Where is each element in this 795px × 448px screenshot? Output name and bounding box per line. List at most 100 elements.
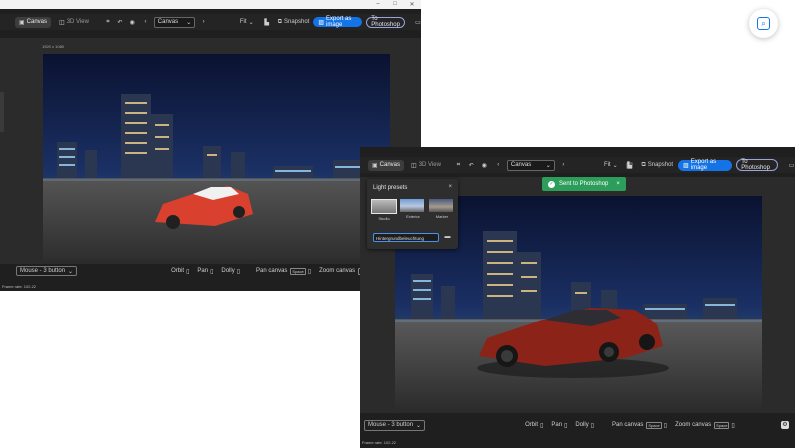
view-dropdown-value: Canvas (157, 19, 179, 25)
preset-exterior[interactable]: Exterior (400, 199, 426, 219)
dolly-label: Dolly (221, 268, 235, 274)
orbit-label: Orbit (171, 268, 185, 274)
space-key: Space (290, 267, 306, 275)
frame-rate: Frame rate: 102.22 (362, 440, 397, 445)
snapshot-icon: ⧉ (277, 18, 282, 25)
space-key: Space (714, 421, 730, 429)
preset-studio[interactable]: Studio (371, 199, 397, 221)
to-photoshop-button[interactable]: To Photoshop (366, 16, 405, 28)
mouse-mode-label: Mouse - 3 button (20, 268, 66, 274)
chevron-down-icon: ⌄ (416, 422, 422, 429)
studio-thumbnail (371, 199, 397, 214)
chevron-right-icon[interactable]: › (561, 162, 566, 168)
snapshot-button[interactable]: ⧉ Snapshot (641, 162, 673, 169)
snapshot-icon: ⧉ (641, 161, 646, 168)
canvas-area: 1920 x 1080 (0, 38, 421, 264)
orbit-label: Orbit (525, 422, 539, 428)
close-window-icon[interactable]: ✕ (409, 1, 415, 8)
preset-marker[interactable]: Marker (429, 199, 455, 219)
pan-canvas-label: Pan canvas (256, 268, 288, 274)
frame-icon[interactable]: ⌗ (455, 162, 462, 169)
export-as-image-button[interactable]: ▨ Export as image (678, 159, 733, 171)
view-dropdown[interactable]: Canvas ⌄ (153, 16, 196, 28)
mouse-right-icon: ▯ (590, 422, 595, 429)
tab-3d-view-label: 3D View (66, 19, 89, 25)
dolly-label: Dolly (575, 422, 589, 428)
fit-dropdown[interactable]: Fit ⌄ (240, 19, 254, 26)
export-as-image-button[interactable]: ▨ Export as image (313, 16, 363, 28)
chevron-left-icon[interactable]: ‹ (143, 19, 148, 25)
export-label: Export as image (690, 159, 717, 171)
tab-canvas-label: Canvas (26, 19, 48, 25)
view-dropdown-value: Canvas (510, 162, 532, 168)
title-bar: – □ ✕ (0, 0, 421, 9)
view-dropdown[interactable]: Canvas ⌄ (506, 159, 555, 171)
mouse-icon: ▯ (307, 268, 312, 275)
render-icon[interactable]: ▙ (625, 161, 634, 169)
comment-icon[interactable]: ▭ (788, 162, 795, 169)
chevron-right-icon[interactable]: › (201, 19, 206, 25)
camera-icon[interactable]: ◉ (129, 19, 135, 26)
canvas-icon: ▣ (19, 19, 25, 26)
image-icon: ▨ (683, 162, 689, 169)
fit-dropdown[interactable]: Fit ⌄ (604, 162, 618, 169)
chevron-down-icon: ⌄ (186, 19, 192, 26)
to-photoshop-label: To Photoshop (741, 159, 770, 171)
canvas-size-label: 1920 x 1080 (42, 44, 65, 49)
to-photoshop-button[interactable]: To Photoshop (736, 159, 779, 171)
mouse-mode-dropdown[interactable]: Mouse - 3 button ⌄ (364, 419, 426, 431)
toast-message: Sent to Photoshop (559, 181, 609, 187)
mouse-mode-dropdown[interactable]: Mouse - 3 button ⌄ (16, 266, 78, 276)
check-circle-icon: ✓ (548, 180, 555, 188)
frame-icon[interactable]: ⌗ (105, 19, 111, 26)
minimize-icon[interactable]: – (375, 1, 381, 8)
chevron-down-icon: ⌄ (545, 162, 551, 169)
exterior-thumbnail (400, 199, 424, 212)
undo-icon[interactable]: ↶ (117, 19, 123, 26)
app-window-back: – □ ✕ ▣ Canvas ◫ 3D View ⌗ ↶ ◉ ‹ Canvas … (0, 0, 421, 291)
mouse-icon: ▯ (663, 422, 668, 429)
toast-close-icon[interactable]: × (616, 181, 620, 187)
mouse-mode-label: Mouse - 3 button (368, 422, 414, 428)
comment-icon[interactable]: ▭ (415, 19, 421, 26)
tab-canvas-label: Canvas (379, 162, 401, 168)
canvas-area: ✓ Sent to Photoshop × Light presets × St… (360, 177, 795, 413)
undo-icon[interactable]: ↶ (468, 162, 475, 169)
close-icon[interactable]: × (448, 184, 452, 190)
status-bar: Mouse - 3 button ⌄ Orbit ▯ Pan ▯ Dolly ▯… (360, 419, 795, 431)
export-label: Export as image (326, 16, 352, 28)
left-edge-handle[interactable] (0, 92, 4, 132)
tab-3d-view[interactable]: ◫ 3D View (55, 17, 93, 28)
zoom-canvas-label: Zoom canvas (319, 268, 356, 274)
window-controls: – □ ✕ (375, 1, 415, 8)
pan-label: Pan (551, 422, 563, 428)
chevron-down-icon: ⌄ (68, 268, 74, 275)
visual-search-button[interactable]: ⌕ (749, 9, 778, 38)
chevron-down-icon: ⌄ (248, 19, 254, 26)
pan-canvas-label: Pan canvas (612, 422, 644, 428)
mouse-left-icon: ▯ (186, 268, 190, 275)
canvas-icon: ▣ (372, 162, 378, 169)
frame-rate: Frame rate: 102.22 (2, 284, 37, 289)
mouse-left-icon: ▯ (540, 422, 544, 429)
fit-label: Fit (603, 162, 611, 168)
tab-canvas[interactable]: ▣ Canvas (368, 159, 405, 171)
snapshot-button[interactable]: ⧉ Snapshot (278, 19, 310, 26)
preset-name-input[interactable]: Hintergrundbeleuchtung (373, 233, 439, 242)
camera-icon[interactable]: ◉ (481, 162, 488, 169)
marker-thumbnail (429, 199, 453, 212)
chevron-left-icon[interactable]: ‹ (496, 162, 501, 168)
render-icon[interactable]: ▙ (264, 19, 270, 26)
pan-label: Pan (197, 268, 209, 274)
snapshot-label: Snapshot (647, 162, 674, 168)
folder-icon[interactable]: ▬ (443, 233, 452, 242)
preset-studio-label: Studio (378, 216, 390, 221)
tab-3d-view[interactable]: ◫ 3D View (407, 160, 445, 171)
scene-render[interactable] (43, 54, 390, 260)
cube-icon: ◫ (411, 162, 417, 169)
tab-canvas[interactable]: ▣ Canvas (15, 16, 52, 28)
settings-icon[interactable]: ⚙ (781, 421, 789, 429)
status-bar: Mouse - 3 button ⌄ Orbit ▯ Pan ▯ Dolly ▯… (0, 266, 421, 276)
maximize-icon[interactable]: □ (392, 1, 398, 8)
space-key: Space (646, 421, 662, 429)
